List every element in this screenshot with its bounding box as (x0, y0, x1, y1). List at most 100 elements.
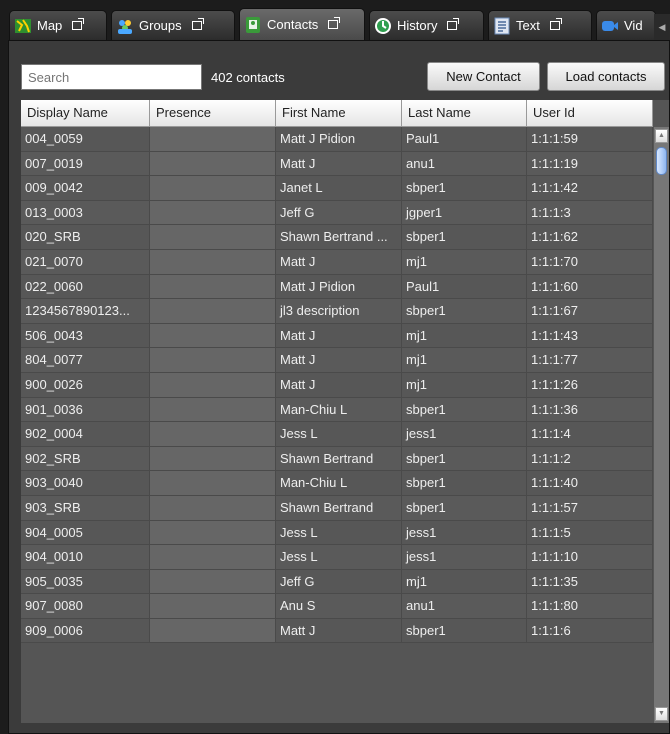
contacts-toolbar: 402 contacts New Contact Load contacts (9, 41, 669, 97)
video-icon (601, 17, 619, 35)
presence-cell (150, 299, 276, 323)
user-id-cell: 1:1:1:4 (527, 422, 653, 446)
table-row[interactable]: 902_SRB Shawn Bertrand sbper1 1:1:1:2 (21, 446, 653, 472)
tab-text[interactable]: Text (488, 10, 592, 40)
table-row[interactable]: 900_0026 Matt Jmj1 1:1:1:26 (21, 372, 653, 398)
first-name-cell: Shawn Bertrand (276, 446, 402, 471)
presence-cell (150, 618, 276, 643)
display-name-cell: 902_SRB (21, 446, 150, 471)
first-name-cell: Matt J Pidion (276, 127, 402, 151)
search-input[interactable] (21, 64, 202, 90)
column-header-display-name[interactable]: Display Name (21, 100, 150, 127)
first-name-cell: Matt J (276, 372, 402, 397)
table-row[interactable]: 909_0006 Matt Jsbper1 1:1:1:6 (21, 618, 653, 644)
last-name-cell: jess1 (402, 422, 527, 446)
presence-cell (150, 127, 276, 151)
table-row[interactable]: 009_0042 Janet Lsbper1 1:1:1:42 (21, 176, 653, 201)
first-name-cell: Shawn Bertrand (276, 495, 402, 520)
scroll-down-arrow-icon[interactable]: ▼ (655, 707, 668, 721)
display-name-cell: 009_0042 (21, 176, 150, 200)
last-name-cell: sbper1 (402, 618, 527, 643)
tab-history[interactable]: History (369, 10, 484, 40)
display-name-cell: 804_0077 (21, 348, 150, 372)
last-name-cell: anu1 (402, 594, 527, 618)
display-name-cell: 007_0019 (21, 151, 150, 176)
display-name-cell: 904_0010 (21, 545, 150, 569)
tab-groups[interactable]: Groups (111, 10, 235, 40)
table-row[interactable]: 907_0080 Anu Sanu1 1:1:1:80 (21, 594, 653, 619)
scroll-thumb[interactable] (656, 147, 667, 175)
first-name-cell: Janet L (276, 176, 402, 200)
first-name-cell: jl3 description (276, 299, 402, 323)
tab-map[interactable]: Map (9, 10, 107, 40)
first-name-cell: Anu S (276, 594, 402, 618)
presence-cell (150, 249, 276, 274)
table-row[interactable]: 901_0036 Man-Chiu Lsbper1 1:1:1:36 (21, 397, 653, 423)
contacts-table: Display Name Presence First Name Last Na… (21, 100, 669, 723)
user-id-cell: 1:1:1:43 (527, 323, 653, 348)
table-row[interactable]: 007_0019 Matt Janu1 1:1:1:19 (21, 151, 653, 177)
column-header-user-id[interactable]: User Id (527, 100, 653, 127)
table-row[interactable]: 904_0010 Jess Ljess1 1:1:1:10 (21, 545, 653, 570)
first-name-cell: Matt J (276, 249, 402, 274)
tab-contacts[interactable]: Contacts (239, 8, 365, 40)
presence-cell (150, 200, 276, 225)
popout-icon[interactable] (191, 18, 204, 30)
popout-icon[interactable] (549, 18, 562, 30)
table-row[interactable]: 021_0070 Matt Jmj1 1:1:1:70 (21, 249, 653, 275)
text-icon (493, 17, 511, 35)
table-row[interactable]: 013_0003 Jeff Gjgper1 1:1:1:3 (21, 200, 653, 226)
last-name-cell: sbper1 (402, 176, 527, 200)
tab-scroll-left-button[interactable]: ◀ (654, 14, 670, 40)
first-name-cell: Jess L (276, 520, 402, 545)
first-name-cell: Man-Chiu L (276, 397, 402, 422)
column-header-last-name[interactable]: Last Name (402, 100, 527, 127)
column-header-presence[interactable]: Presence (150, 100, 276, 127)
table-row[interactable]: 506_0043 Matt Jmj1 1:1:1:43 (21, 323, 653, 349)
new-contact-button[interactable]: New Contact (427, 62, 540, 91)
table-header: Display Name Presence First Name Last Na… (21, 100, 653, 127)
last-name-cell: sbper1 (402, 495, 527, 520)
last-name-cell: jess1 (402, 545, 527, 569)
first-name-cell: Matt J (276, 348, 402, 372)
column-header-first-name[interactable]: First Name (276, 100, 402, 127)
presence-cell (150, 520, 276, 545)
table-row[interactable]: 004_0059 Matt J Pidion Paul1 1:1:1:59 (21, 127, 653, 152)
user-id-cell: 1:1:1:70 (527, 249, 653, 274)
table-row[interactable]: 903_SRB Shawn Bertrand sbper1 1:1:1:57 (21, 495, 653, 521)
popout-icon[interactable] (72, 18, 85, 30)
popout-icon[interactable] (447, 18, 460, 30)
table-row[interactable]: 902_0004 Jess Ljess1 1:1:1:4 (21, 422, 653, 447)
contacts-icon (244, 16, 262, 34)
map-icon (14, 17, 32, 35)
user-id-cell: 1:1:1:5 (527, 520, 653, 545)
presence-cell (150, 594, 276, 618)
table-row[interactable]: 903_0040 Man-Chiu Lsbper1 1:1:1:40 (21, 471, 653, 496)
first-name-cell: Man-Chiu L (276, 471, 402, 495)
tab-video[interactable]: Vid (596, 10, 656, 40)
user-id-cell: 1:1:1:19 (527, 151, 653, 176)
table-row[interactable]: 020_SRB Shawn Bertrand ... sbper1 1:1:1:62 (21, 225, 653, 250)
vertical-scrollbar[interactable]: ▲ ▼ (653, 127, 669, 723)
table-row[interactable]: 905_0035 Jeff Gmj1 1:1:1:35 (21, 569, 653, 595)
table-row[interactable]: 022_0060 Matt J Pidion Paul1 1:1:1:60 (21, 274, 653, 300)
first-name-cell: Shawn Bertrand ... (276, 225, 402, 249)
presence-cell (150, 446, 276, 471)
last-name-cell: mj1 (402, 348, 527, 372)
table-row[interactable]: 904_0005 Jess Ljess1 1:1:1:5 (21, 520, 653, 546)
last-name-cell: mj1 (402, 323, 527, 348)
scroll-up-arrow-icon[interactable]: ▲ (655, 129, 668, 143)
table-row[interactable]: 804_0077 Matt Jmj1 1:1:1:77 (21, 348, 653, 373)
last-name-cell: sbper1 (402, 225, 527, 249)
tab-label: Vid (624, 18, 643, 33)
user-id-cell: 1:1:1:3 (527, 200, 653, 225)
history-icon (374, 17, 392, 35)
table-row[interactable]: 1234567890123... jl3 description sbper1 1:1… (21, 299, 653, 324)
display-name-cell: 1234567890123... (21, 299, 150, 323)
tab-label: History (397, 18, 438, 33)
first-name-cell: Matt J Pidion (276, 274, 402, 299)
popout-icon[interactable] (328, 17, 341, 29)
presence-cell (150, 348, 276, 372)
presence-cell (150, 422, 276, 446)
load-contacts-button[interactable]: Load contacts (547, 62, 665, 91)
